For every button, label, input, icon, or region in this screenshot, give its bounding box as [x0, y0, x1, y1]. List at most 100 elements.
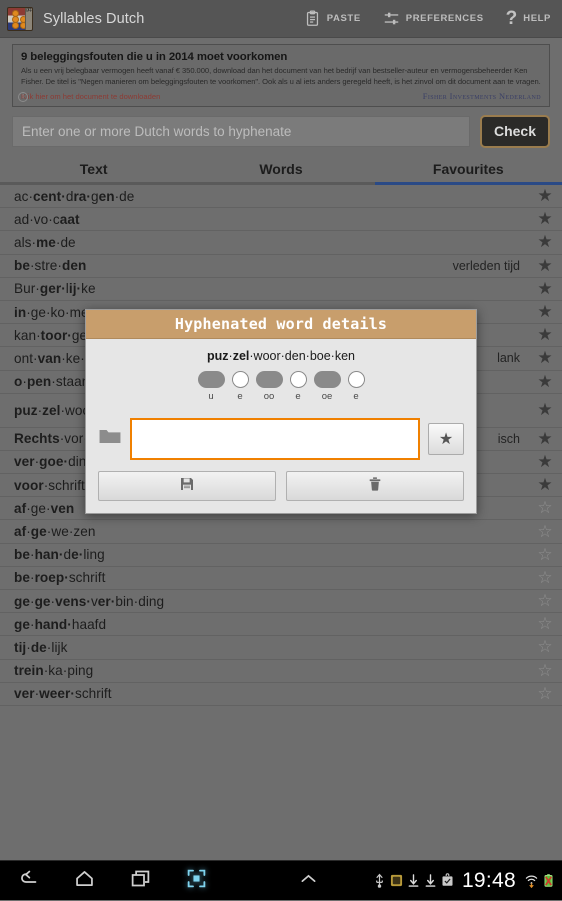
status-tray: 19:48 [373, 869, 562, 893]
tab-words[interactable]: Words [187, 156, 375, 185]
vowel-indicator: e [231, 371, 249, 402]
favourite-star-filled-icon[interactable]: ★ [528, 348, 562, 368]
table-row[interactable]: ac·cent·dra·gen·de ★ [0, 185, 562, 209]
ad-link[interactable]: Klik hier om het document te downloaden [21, 92, 160, 101]
table-row[interactable]: be·stre·den verleden tijd ★ [0, 255, 562, 278]
word-note: isch [497, 431, 520, 446]
long-vowel-icon [255, 371, 283, 388]
favourite-star-filled-icon[interactable]: ★ [528, 475, 562, 495]
save-button[interactable] [98, 471, 276, 501]
nav-expand-button[interactable] [280, 861, 336, 901]
star-icon: ★ [438, 431, 454, 448]
action-bar: gcpn Syllables Dutch PASTE [0, 0, 562, 38]
ad-banner-wrapper: 9 beleggingsfouten die u in 2014 moet vo… [0, 38, 562, 110]
ad-body: Als u een vrij belegbaar vermogen heeft … [21, 66, 541, 86]
favourite-star-filled-icon[interactable]: ★ [528, 325, 562, 345]
search-row: Check [0, 110, 562, 156]
favourite-star-empty-icon[interactable]: ☆ [528, 568, 562, 588]
word-list[interactable]: ac·cent·dra·gen·de ★ ad·vo·caat ★ als·me·de ★… [0, 185, 562, 860]
ad-headline: 9 beleggingsfouten die u in 2014 moet vo… [21, 51, 288, 63]
word-label: ver·weer·schrift [14, 686, 112, 702]
wifi-icon [525, 873, 538, 888]
favourite-star-empty-icon[interactable]: ☆ [528, 545, 562, 565]
favourite-star-filled-icon[interactable]: ★ [528, 452, 562, 472]
help-label: HELP [523, 13, 551, 24]
word-label: ac·cent·dra·gen·de [14, 188, 135, 204]
table-row[interactable]: af·ge·we·zen ☆ [0, 520, 562, 544]
vowel-label: oo [263, 391, 275, 402]
nav-home-button[interactable] [56, 861, 112, 901]
table-row[interactable]: trein·ka·ping ☆ [0, 660, 562, 683]
word-label: af·ge·ven [14, 500, 75, 516]
word-label: ver·goe·ding [14, 454, 94, 470]
table-row[interactable]: Bur·ger·lij·ke ★ [0, 278, 562, 301]
dialog-buttons [86, 468, 476, 513]
home-icon [74, 868, 95, 894]
save-icon [179, 476, 195, 497]
usb-icon [373, 873, 386, 888]
favourite-star-filled-icon[interactable]: ★ [528, 279, 562, 299]
favourite-star-filled-icon[interactable]: ★ [528, 232, 562, 252]
vowel-indicator: u [197, 371, 225, 402]
word-label: be·han·de·ling [14, 547, 105, 563]
dialog-favourite-button[interactable]: ★ [428, 423, 464, 455]
word-label: voor·schrift [14, 477, 85, 493]
status-clock: 19:48 [461, 868, 516, 892]
battery-icon [542, 873, 555, 888]
help-button[interactable]: ? HELP [495, 0, 562, 37]
table-row[interactable]: ver·weer·schrift ☆ [0, 683, 562, 706]
note-input[interactable] [130, 418, 420, 460]
vowel-label: oe [321, 391, 333, 402]
table-row[interactable]: als·me·de ★ [0, 231, 562, 255]
favourite-star-filled-icon[interactable]: ★ [528, 372, 562, 392]
favourite-star-filled-icon[interactable]: ★ [528, 429, 562, 449]
favourite-star-empty-icon[interactable]: ☆ [528, 522, 562, 542]
vowel-indicator: oo [255, 371, 283, 402]
ad-info-icon[interactable]: i [18, 91, 28, 102]
vowel-indicator: oe [313, 371, 341, 402]
table-row[interactable]: be·roep·schrift ☆ [0, 567, 562, 590]
favourite-star-filled-icon[interactable]: ★ [528, 186, 562, 206]
ad-banner[interactable]: 9 beleggingsfouten die u in 2014 moet vo… [12, 44, 550, 107]
favourite-star-empty-icon[interactable]: ☆ [528, 661, 562, 681]
favourite-star-empty-icon[interactable]: ☆ [528, 591, 562, 611]
paste-button[interactable]: PASTE [293, 0, 372, 37]
vowel-label: e [295, 391, 301, 402]
favourite-star-filled-icon[interactable]: ★ [528, 209, 562, 229]
bag-check-icon [441, 873, 454, 888]
favourite-star-empty-icon[interactable]: ☆ [528, 637, 562, 657]
vowel-indicator: e [289, 371, 307, 402]
table-row[interactable]: tij·de·lijk ☆ [0, 636, 562, 660]
favourite-star-empty-icon[interactable]: ☆ [528, 498, 562, 518]
vowel-label: u [208, 391, 214, 402]
favourite-star-filled-icon[interactable]: ★ [528, 400, 562, 420]
dialog-word: puz·zel·woor·den·boe·ken [207, 349, 355, 363]
nav-screenshot-button[interactable] [168, 861, 224, 901]
tab-text[interactable]: Text [0, 156, 188, 185]
vowel-length-indicators: u e oo e oe e [86, 371, 476, 404]
chevron-up-icon [298, 868, 319, 894]
table-row[interactable]: ge·ge·vens·ver·bin·ding ☆ [0, 590, 562, 614]
long-vowel-icon [197, 371, 225, 388]
nav-back-button[interactable] [0, 861, 56, 901]
favourite-star-empty-icon[interactable]: ☆ [528, 614, 562, 634]
favourite-star-empty-icon[interactable]: ☆ [528, 684, 562, 704]
favourite-star-filled-icon[interactable]: ★ [528, 256, 562, 276]
vowel-label: e [237, 391, 243, 402]
bug-icon [390, 873, 403, 888]
nav-recents-button[interactable] [112, 861, 168, 901]
favourite-star-filled-icon[interactable]: ★ [528, 302, 562, 322]
table-row[interactable]: ad·vo·caat ★ [0, 208, 562, 232]
search-input[interactable] [12, 115, 470, 147]
table-row[interactable]: ge·hand·haafd ☆ [0, 613, 562, 637]
check-button[interactable]: Check [480, 114, 550, 148]
delete-button[interactable] [286, 471, 464, 501]
table-row[interactable]: be·han·de·ling ☆ [0, 544, 562, 567]
folder-icon[interactable] [98, 427, 122, 451]
tab-favourites[interactable]: Favourites [374, 156, 562, 185]
dialog-input-row: ★ [86, 404, 476, 468]
download-icon [407, 873, 420, 888]
word-label: trein·ka·ping [14, 663, 94, 679]
clipboard-icon [304, 10, 321, 27]
preferences-button[interactable]: PREFERENCES [372, 0, 495, 37]
